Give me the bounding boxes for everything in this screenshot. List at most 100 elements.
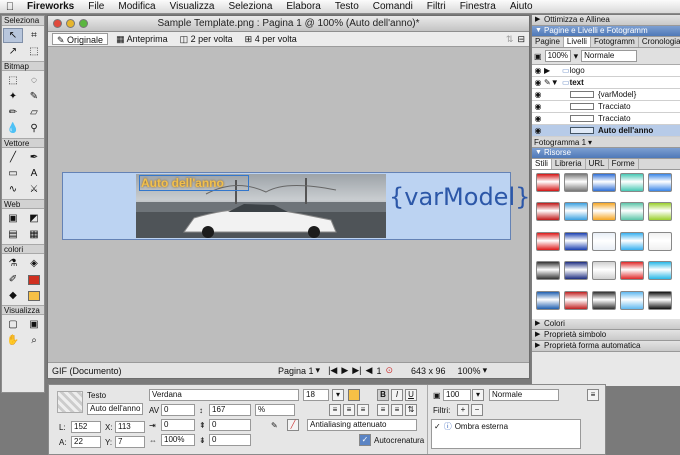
hand-tool-icon[interactable]: ✋ — [3, 333, 23, 348]
lasso-tool-icon[interactable]: ◌ — [24, 73, 44, 88]
play-icon[interactable]: ▶ — [339, 365, 350, 376]
style-swatch[interactable] — [592, 173, 616, 192]
stroke-pencil-icon[interactable]: ✎ — [271, 421, 278, 430]
optimize-panel-header[interactable]: ▶ Ottimizza e Allinea — [532, 15, 680, 26]
stroke-swatch[interactable] — [28, 274, 40, 285]
full-screen-menu-icon[interactable]: ▣ — [24, 317, 44, 332]
height-field[interactable]: 22 — [71, 436, 101, 448]
symbol-props-header[interactable]: ▶ Proprietà simbolo — [532, 330, 680, 341]
layer-blend-mode[interactable]: Normale — [581, 50, 638, 62]
style-swatch[interactable] — [620, 261, 644, 281]
panel-menu-icon[interactable]: ≡ — [587, 389, 599, 401]
antialias-select[interactable]: Antialiasing attenuato — [307, 419, 417, 431]
style-swatch[interactable] — [648, 202, 672, 222]
layer-row-tracciato-1[interactable]: ◉ Tracciato — [532, 101, 680, 113]
style-swatch[interactable] — [648, 231, 672, 251]
eye-icon[interactable]: ◉ — [532, 126, 544, 135]
style-swatch[interactable] — [648, 290, 672, 310]
style-swatch[interactable] — [648, 261, 672, 281]
standard-screen-icon[interactable]: ▢ — [3, 317, 23, 332]
eraser-tool-icon[interactable]: ▱ — [24, 105, 44, 120]
style-swatch[interactable] — [536, 261, 560, 281]
tab-anteprima[interactable]: ▦ Anteprima — [112, 33, 172, 45]
first-frame-icon[interactable]: |◀ — [326, 365, 339, 376]
menu-file[interactable]: File — [81, 1, 111, 12]
align-right-button[interactable]: ≡ — [357, 404, 369, 416]
filter-check-icon[interactable]: ✓ — [434, 422, 441, 431]
kerning-field[interactable]: 0 — [161, 404, 195, 416]
x-field[interactable]: 113 — [115, 421, 145, 433]
fill-color-icon[interactable]: ◆ — [3, 288, 23, 303]
object-opacity-field[interactable]: 100 — [443, 389, 471, 401]
style-swatch[interactable] — [536, 173, 560, 192]
eyedropper-tool-icon[interactable]: ⚗ — [3, 256, 23, 271]
font-select[interactable]: Verdana — [149, 389, 299, 401]
tab-pagine[interactable]: Pagine — [532, 37, 564, 47]
bold-button[interactable]: B — [377, 389, 389, 401]
tab-2-per-volta[interactable]: ◫ 2 per volta — [176, 33, 237, 45]
style-swatch[interactable] — [564, 202, 588, 222]
style-swatch[interactable] — [592, 202, 616, 222]
align-center-button[interactable]: ≡ — [343, 404, 355, 416]
show-slices-icon[interactable]: ▦ — [24, 227, 44, 242]
subselect-tool-icon[interactable]: ↗ — [3, 44, 23, 59]
layer-opacity[interactable]: 100% — [544, 50, 571, 62]
pen-tool-icon[interactable]: ✒ — [24, 150, 44, 165]
blur-tool-icon[interactable]: 💧 — [3, 121, 23, 136]
pencil-tool-icon[interactable]: ✏ — [3, 105, 23, 120]
tab-originale[interactable]: ✎ Originale — [52, 33, 109, 45]
stop-icon[interactable]: ◀ — [364, 365, 375, 376]
slice-tool-icon[interactable]: ◩ — [24, 211, 44, 226]
object-blend-select[interactable]: Normale — [489, 389, 559, 401]
indent-field[interactable]: 0 — [161, 419, 195, 431]
font-size-field[interactable]: 18 — [303, 389, 329, 401]
style-swatch[interactable] — [620, 290, 644, 310]
frame-menu-icon[interactable]: ▾ — [586, 138, 592, 147]
leading-unit-select[interactable]: % — [255, 404, 295, 416]
italic-button[interactable]: I — [391, 389, 403, 401]
colors-panel-header[interactable]: ▶ Colori — [532, 319, 680, 330]
pan-icon[interactable]: ⇅ — [506, 34, 514, 45]
menu-testo[interactable]: Testo — [328, 1, 366, 12]
style-swatch[interactable] — [564, 261, 588, 281]
lock-icon[interactable]: ▣ — [534, 52, 542, 61]
expand-triangle-icon[interactable]: ▶ — [544, 66, 562, 75]
tab-libreria[interactable]: Libreria — [552, 159, 586, 169]
fill-swatch[interactable] — [28, 290, 40, 301]
frame-select[interactable]: Fotogramma 1 — [534, 138, 586, 147]
paint-bucket-icon[interactable]: ◈ — [24, 256, 44, 271]
space-before-field[interactable]: 0 — [209, 419, 251, 431]
menu-seleziona[interactable]: Seleziona — [221, 1, 279, 12]
frame-num-icon[interactable]: 1 — [374, 366, 383, 376]
style-swatch[interactable] — [620, 231, 644, 251]
filter-item[interactable]: ✓ ⓘ Ombra esterna — [432, 420, 580, 432]
remove-filter-button[interactable]: − — [471, 404, 483, 416]
menu-finestra[interactable]: Finestra — [453, 1, 503, 12]
status-zoom[interactable]: 100% — [458, 366, 481, 376]
eye-icon[interactable]: ◉ — [532, 78, 544, 87]
apple-icon[interactable]:  — [0, 1, 20, 13]
style-swatch[interactable] — [648, 173, 672, 192]
layer-row-tracciato-2[interactable]: ◉ Tracciato — [532, 113, 680, 125]
justify-all-button[interactable]: ≡ — [391, 404, 403, 416]
status-page[interactable]: Pagina 1 — [278, 366, 314, 376]
style-swatch[interactable] — [592, 290, 616, 310]
menu-modifica[interactable]: Modifica — [111, 1, 162, 12]
style-swatch[interactable] — [564, 173, 588, 192]
knife-tool-icon[interactable]: ⚔ — [24, 182, 44, 197]
no-stroke-swatch[interactable]: ╱ — [287, 419, 299, 431]
tab-livelli[interactable]: Livelli — [563, 37, 591, 47]
record-icon[interactable]: ⊙ — [383, 365, 399, 376]
fill-color-swatch[interactable] — [24, 288, 44, 303]
style-swatch[interactable] — [592, 261, 616, 281]
hotspot-tool-icon[interactable]: ▣ — [3, 211, 23, 226]
resources-panel-header[interactable]: ▼ Risorse — [532, 148, 680, 159]
style-swatch[interactable] — [592, 231, 616, 251]
tab-stili[interactable]: Stili — [532, 159, 552, 169]
style-swatch[interactable] — [564, 290, 588, 310]
width-field[interactable]: 152 — [71, 421, 101, 433]
menu-app[interactable]: Fireworks — [20, 1, 81, 12]
space-after-field[interactable]: 0 — [209, 434, 251, 446]
menu-comandi[interactable]: Comandi — [366, 1, 420, 12]
layer-row-text[interactable]: ◉ ✎▼ ▭ text — [532, 77, 680, 89]
